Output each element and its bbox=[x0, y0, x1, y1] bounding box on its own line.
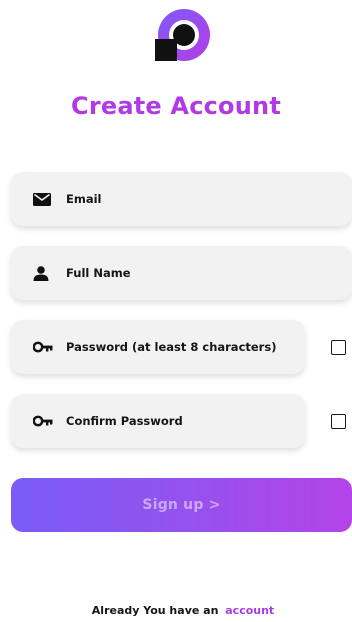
page-title: Create Account bbox=[71, 92, 281, 120]
person-icon bbox=[33, 265, 53, 281]
email-placeholder: Email bbox=[66, 192, 102, 206]
full-name-placeholder: Full Name bbox=[66, 266, 131, 280]
confirm-password-field[interactable]: Confirm Password bbox=[11, 394, 305, 448]
sign-up-button[interactable]: Sign up > bbox=[11, 478, 352, 532]
show-password-checkbox[interactable] bbox=[331, 340, 346, 355]
key-icon bbox=[33, 413, 53, 429]
envelope-icon bbox=[33, 191, 53, 207]
key-icon bbox=[33, 339, 53, 355]
show-confirm-password-checkbox[interactable] bbox=[331, 414, 346, 429]
full-name-field[interactable]: Full Name bbox=[11, 246, 352, 300]
email-field[interactable]: Email bbox=[11, 172, 352, 226]
footer-text: Already You have an bbox=[91, 604, 219, 617]
app-logo bbox=[151, 7, 211, 65]
password-field[interactable]: Password (at least 8 characters) bbox=[11, 320, 305, 374]
footer-line: Already You have an account bbox=[0, 604, 352, 617]
sign-up-label: Sign up > bbox=[142, 497, 221, 513]
account-link[interactable]: account bbox=[225, 604, 274, 617]
confirm-password-placeholder: Confirm Password bbox=[66, 414, 183, 428]
password-placeholder: Password (at least 8 characters) bbox=[66, 340, 277, 354]
